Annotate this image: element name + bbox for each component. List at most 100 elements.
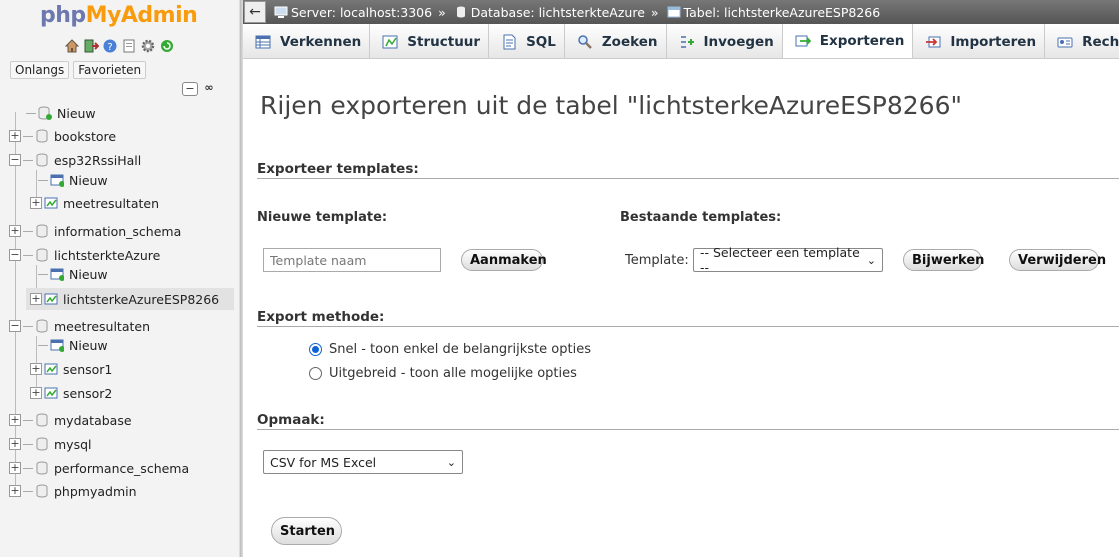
expand-icon[interactable]: + (9, 485, 21, 497)
settings-icon[interactable] (140, 38, 156, 54)
tab-search[interactable]: Zoeken (564, 24, 667, 58)
tab-privileges[interactable]: Rechten (1045, 24, 1119, 58)
update-template-button[interactable]: Bijwerken (903, 249, 984, 271)
tree-item-new-database[interactable]: Nieuw (26, 102, 96, 124)
new-table-icon (50, 172, 64, 188)
method-quick-radio[interactable]: Snel - toon enkel de belangrijkste optie… (309, 342, 591, 357)
tree-item-mysql[interactable]: + mysql (9, 433, 92, 455)
tab-recent[interactable]: Onlangs (10, 61, 70, 79)
breadcrumb-table[interactable]: Tabel: lichtsterkeAzureESP8266 (667, 5, 880, 20)
tree-item-label: meetresultaten (54, 318, 150, 334)
expand-icon[interactable]: + (9, 438, 21, 450)
collapse-icon[interactable]: − (9, 249, 21, 261)
docs-icon[interactable] (121, 38, 137, 54)
tree-item-phpmyadmin[interactable]: + phpmyadmin (9, 480, 137, 502)
reload-icon[interactable] (159, 38, 175, 54)
tree-item-label: lichtsterkteAzure (54, 247, 161, 263)
chevron-down-icon: ⌄ (446, 455, 456, 469)
tab-insert[interactable]: Invoegen (666, 24, 783, 58)
existing-templates-label: Bestaande templates: (620, 210, 782, 225)
tree-item-label: Nieuw (69, 172, 108, 188)
tab-export[interactable]: Exporteren (782, 24, 914, 58)
breadcrumb: ← Server: localhost:3306 » Database: lic… (243, 0, 1119, 24)
expand-icon[interactable]: + (30, 197, 42, 209)
link-with-main-button[interactable]: ∞ (201, 82, 217, 96)
new-table-icon (50, 266, 64, 282)
tree-item-label: esp32RssiHall (54, 152, 142, 168)
tab-favorites[interactable]: Favorieten (73, 61, 147, 79)
tree-item-lichtsterkeazureesp8266[interactable]: + lichtsterkeAzureESP8266 (26, 288, 234, 310)
template-label: Template: (625, 253, 689, 268)
database-icon (456, 6, 465, 18)
collapse-all-button[interactable]: − (182, 82, 198, 96)
privileges-icon (1057, 37, 1073, 47)
expand-icon[interactable]: + (30, 387, 42, 399)
help-icon[interactable]: ? (102, 38, 118, 54)
radio-selected-icon[interactable] (309, 343, 322, 356)
tree-item-sensor2[interactable]: + sensor2 (30, 382, 112, 404)
breadcrumb-database[interactable]: Database: lichtsterkteAzure (454, 5, 645, 20)
create-template-button[interactable]: Aanmaken (461, 249, 547, 271)
table-tabs: Verkennen Structuur SQL Zoeken Invoegen … (243, 24, 1119, 59)
tab-structure[interactable]: Structuur (370, 24, 490, 58)
tree-item-label: phpmyadmin (54, 483, 137, 499)
export-icon (795, 35, 811, 47)
browse-icon (255, 35, 271, 48)
tree-item-label: bookstore (54, 128, 117, 144)
expand-icon[interactable]: + (30, 293, 42, 305)
tree-item-performance-schema[interactable]: + performance_schema (9, 457, 189, 479)
logout-icon[interactable] (83, 38, 99, 54)
delete-template-button[interactable]: Verwijderen (1009, 249, 1106, 271)
tree-item-new-table[interactable]: Nieuw (38, 263, 108, 285)
breadcrumb-separator: » (650, 4, 659, 20)
tab-browse[interactable]: Verkennen (243, 24, 371, 58)
search-icon (578, 34, 592, 49)
phpmyadmin-logo[interactable]: phpMyAdmin (40, 3, 198, 28)
tree-item-meetresultaten-table[interactable]: + meetresultaten (30, 192, 159, 214)
section-export-templates: Exporteer templates: (257, 161, 1119, 179)
sql-icon (503, 34, 516, 49)
radio-unselected-icon[interactable] (309, 367, 322, 380)
svg-text:?: ? (107, 42, 112, 53)
collapse-icon[interactable]: − (9, 154, 21, 166)
expand-icon[interactable]: + (30, 363, 42, 375)
tree-item-new-table[interactable]: Nieuw (38, 169, 108, 191)
new-table-icon (50, 337, 64, 353)
tree-item-new-table[interactable]: Nieuw (38, 334, 108, 356)
table-icon (44, 385, 58, 401)
structure-icon (382, 35, 398, 48)
tree-item-mydatabase[interactable]: + mydatabase (9, 409, 132, 431)
method-custom-radio[interactable]: Uitgebreid - toon alle mogelijke opties (309, 366, 577, 381)
back-button[interactable]: ← (244, 1, 266, 23)
tree-item-information-schema[interactable]: + information_schema (9, 220, 181, 242)
breadcrumb-server[interactable]: Server: localhost:3306 (274, 5, 432, 20)
template-select[interactable]: -- Selecteer een template -- ⌄ (693, 245, 883, 275)
breadcrumb-separator: » (438, 4, 446, 20)
home-icon[interactable] (64, 38, 80, 54)
tree-item-sensor1[interactable]: + sensor1 (30, 358, 112, 380)
tab-sql[interactable]: SQL (489, 24, 565, 58)
expand-icon[interactable]: + (9, 225, 21, 237)
main-content: Rijen exporteren uit de tabel "lichtster… (243, 60, 1119, 557)
database-icon (35, 128, 49, 144)
page-title: Rijen exporteren uit de tabel "lichtster… (260, 91, 962, 120)
tree-item-label: Nieuw (57, 105, 96, 121)
insert-icon (680, 35, 694, 48)
go-button[interactable]: Starten (271, 517, 342, 545)
tree-item-label: performance_schema (54, 460, 190, 476)
navigation-sidebar: phpMyAdmin ? Onlangs Favorieten − ∞ Nieu… (0, 0, 240, 557)
database-icon (35, 412, 49, 428)
template-name-input[interactable] (263, 248, 441, 272)
expand-icon[interactable]: + (9, 130, 21, 142)
tree-item-bookstore[interactable]: + bookstore (9, 125, 116, 147)
format-select[interactable]: CSV for MS Excel ⌄ (263, 450, 463, 474)
expand-icon[interactable]: + (9, 462, 21, 474)
tree-item-label: Nieuw (69, 266, 108, 282)
tab-import[interactable]: Importeren (913, 24, 1046, 58)
tree-controls: − ∞ (182, 82, 217, 96)
collapse-icon[interactable]: − (9, 320, 21, 332)
new-database-icon (38, 105, 52, 121)
tree-item-label: sensor1 (63, 361, 113, 377)
expand-icon[interactable]: + (9, 414, 21, 426)
tree-item-esp32rssihall[interactable]: − esp32RssiHall (9, 149, 141, 171)
